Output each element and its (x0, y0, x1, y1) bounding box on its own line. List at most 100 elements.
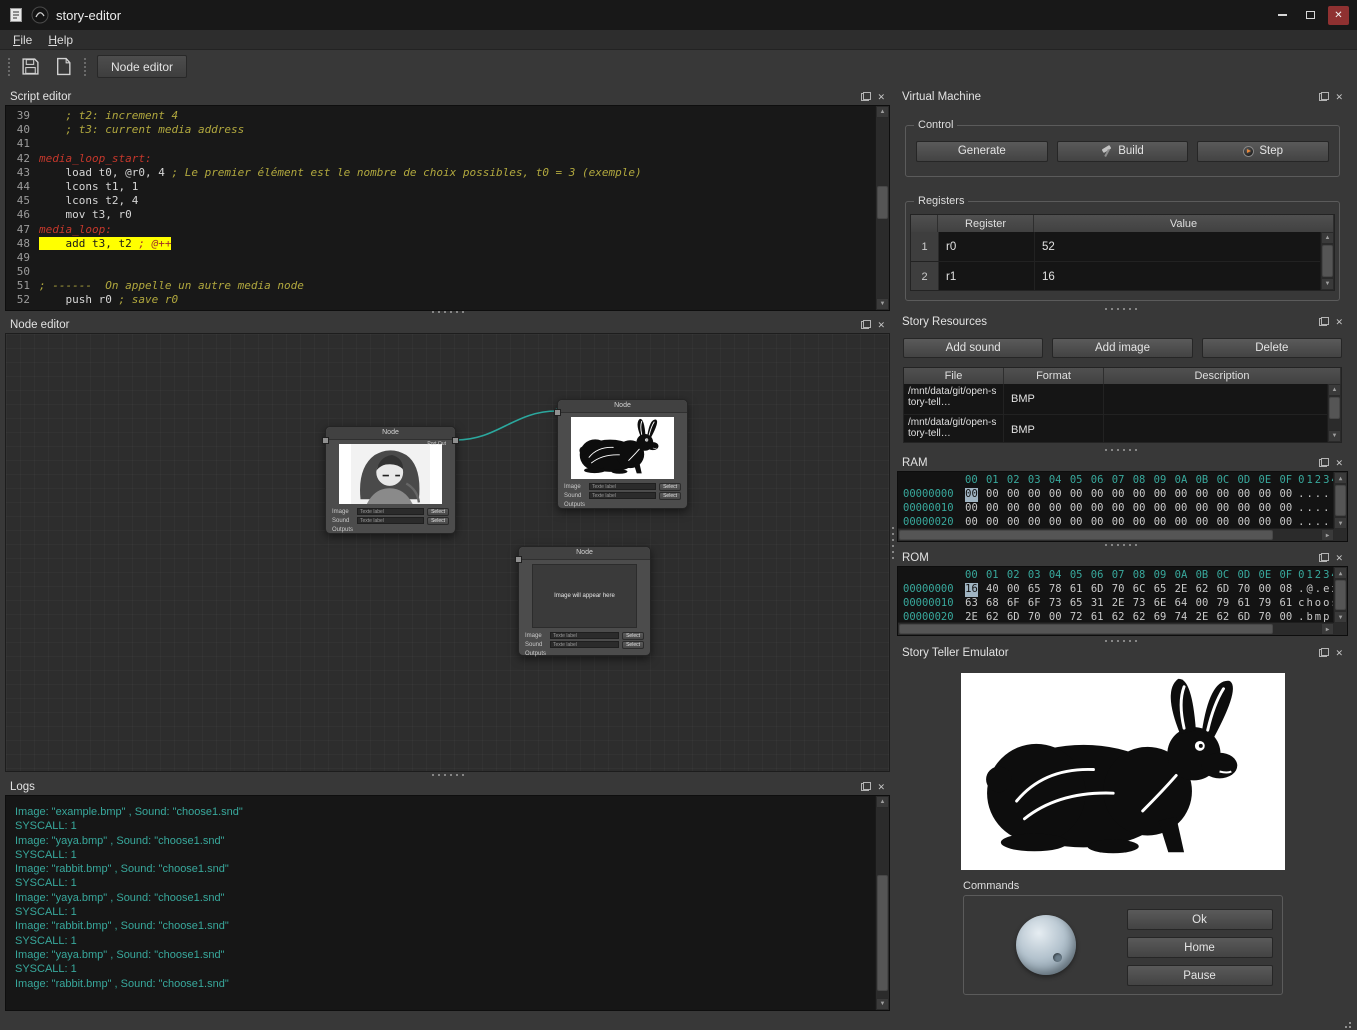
close-icon[interactable]: ✕ (1335, 317, 1343, 327)
register-row[interactable]: 2 r1 16 (911, 262, 1334, 291)
add-image-button[interactable]: Add image (1052, 338, 1192, 358)
scroll-thumb[interactable] (899, 624, 1273, 634)
ram-hex-view[interactable]: 00 01 02 03 04 05 06 07 08 09 0A 0B 0C 0… (897, 471, 1348, 542)
home-button[interactable]: Home (1127, 937, 1273, 958)
emulator-panel-titlebar[interactable]: Story Teller Emulator ✕ (897, 644, 1348, 661)
register-column-header[interactable]: Register (938, 215, 1034, 232)
undock-icon[interactable] (1319, 458, 1329, 467)
ram-horizontal-scrollbar[interactable]: ▶ (898, 528, 1347, 541)
scroll-thumb[interactable] (877, 875, 888, 991)
ram-vertical-scrollbar[interactable]: ▲ ▼ (1333, 472, 1347, 529)
node-editor-panel-titlebar[interactable]: Node editor ✕ (5, 316, 890, 333)
logs-scrollbar[interactable]: ▲ ▼ (875, 796, 889, 1010)
logs-panel-titlebar[interactable]: Logs ✕ (5, 778, 890, 795)
undock-icon[interactable] (1319, 553, 1329, 562)
hex-row[interactable]: 00000000 16 40 00 65 78 61 6D 70 6C 65 2… (903, 583, 1334, 597)
scroll-track[interactable] (876, 118, 889, 298)
sound-select-button[interactable]: Select (427, 517, 449, 525)
hex-byte-selected[interactable]: 00 (965, 516, 978, 528)
resource-row[interactable]: /mnt/data/git/open-story-tell… BMP (904, 415, 1341, 443)
splitter-script-node[interactable] (430, 310, 468, 314)
sound-select-button[interactable]: Select (622, 641, 644, 649)
scroll-right-icon[interactable]: ▶ (1321, 529, 1334, 541)
resource-row[interactable]: /mnt/data/git/open-story-tell… BMP (904, 384, 1341, 415)
hex-byte-selected[interactable]: 00 (965, 488, 978, 502)
resources-table[interactable]: File Format Description /mnt/data/git/op… (903, 367, 1342, 443)
scroll-thumb[interactable] (1335, 485, 1346, 516)
resources-scrollbar[interactable]: ▲ ▼ (1327, 384, 1341, 442)
image-field[interactable]: Texte label (589, 483, 656, 490)
close-icon[interactable]: ✕ (1335, 648, 1343, 658)
minimize-button[interactable] (1272, 6, 1293, 25)
output-port[interactable] (452, 437, 459, 444)
undock-icon[interactable] (1319, 648, 1329, 657)
registers-scrollbar[interactable]: ▲ ▼ (1320, 232, 1334, 290)
generate-button[interactable]: Generate (916, 141, 1048, 162)
input-port[interactable] (322, 437, 329, 444)
rom-hex-view[interactable]: 00 01 02 03 04 05 06 07 08 09 0A 0B 0C 0… (897, 566, 1348, 636)
undock-icon[interactable] (861, 92, 871, 101)
media-node-3[interactable]: Node Image will appear here ImageTexte l… (518, 546, 651, 656)
file-column-header[interactable]: File (904, 368, 1004, 384)
scroll-thumb[interactable] (877, 186, 888, 219)
sound-field[interactable]: Texte label (550, 641, 619, 648)
toolbar-drag-handle-2[interactable] (83, 57, 87, 77)
scroll-up-icon[interactable]: ▲ (1321, 232, 1334, 244)
script-editor-panel-titlebar[interactable]: Script editor ✕ (5, 88, 890, 105)
sound-field[interactable]: Texte label (357, 517, 424, 524)
sound-field[interactable]: Texte label (589, 492, 656, 499)
splitter-ram-rom[interactable] (1103, 543, 1141, 547)
scroll-up-icon[interactable]: ▲ (1334, 567, 1347, 579)
node-canvas[interactable]: Node Port Out ImageTexte labelSelect Sou… (5, 333, 890, 772)
hex-row[interactable]: 00000000 00 00 00 00 00 00 00 00 00 00 0… (903, 488, 1334, 502)
hex-bytes[interactable]: 00 00 00 00 00 00 00 00 00 00 00 00 00 0… (986, 488, 1292, 502)
delete-button[interactable]: Delete (1202, 338, 1342, 358)
hex-row[interactable]: 00000020 00 00 00 00 00 00 00 00 00 00 0… (903, 516, 1334, 528)
input-port[interactable] (554, 409, 561, 416)
rom-horizontal-scrollbar[interactable]: ▶ (898, 622, 1347, 635)
description-column-header[interactable]: Description (1104, 368, 1341, 384)
scroll-down-icon[interactable]: ▼ (876, 998, 889, 1010)
splitter-vertical[interactable] (891, 525, 895, 563)
rom-panel-titlebar[interactable]: ROM ✕ (897, 549, 1348, 566)
scroll-down-icon[interactable]: ▼ (1334, 611, 1347, 623)
value-column-header[interactable]: Value (1034, 215, 1334, 232)
hex-bytes[interactable]: 68 6F 6F 73 65 31 2E 73 6E 64 00 79 61 7… (986, 597, 1292, 611)
save-button[interactable] (17, 54, 44, 79)
script-scrollbar[interactable]: ▲ ▼ (875, 106, 889, 310)
scroll-track[interactable] (1321, 244, 1334, 278)
undock-icon[interactable] (861, 320, 871, 329)
build-button[interactable]: Build (1057, 141, 1189, 162)
media-node-1[interactable]: Node Port Out ImageTexte labelSelect Sou… (325, 426, 456, 534)
undock-icon[interactable] (1319, 317, 1329, 326)
resources-panel-titlebar[interactable]: Story Resources ✕ (897, 313, 1348, 330)
undock-icon[interactable] (1319, 92, 1329, 101)
scroll-up-icon[interactable]: ▲ (1328, 384, 1341, 396)
hex-bytes[interactable]: 00 00 00 00 00 00 00 00 00 00 00 00 00 0… (986, 502, 1292, 516)
scroll-down-icon[interactable]: ▼ (1334, 517, 1347, 529)
scroll-down-icon[interactable]: ▼ (876, 298, 889, 310)
scroll-track[interactable] (876, 808, 889, 998)
close-icon[interactable]: ✕ (1335, 553, 1343, 563)
hex-bytes[interactable]: 00 00 00 00 00 00 00 00 00 00 00 00 00 0… (986, 516, 1292, 528)
scroll-track[interactable] (1328, 396, 1341, 430)
scroll-track[interactable] (1334, 579, 1347, 611)
toolbar-drag-handle[interactable] (7, 57, 11, 77)
maximize-button[interactable] (1300, 6, 1321, 25)
scroll-up-icon[interactable]: ▲ (876, 796, 889, 808)
close-icon[interactable]: ✕ (1335, 92, 1343, 102)
image-field[interactable]: Texte label (357, 508, 424, 515)
step-button[interactable]: Step (1197, 141, 1329, 162)
registers-table[interactable]: Register Value 1 r0 52 2 r1 (910, 214, 1335, 291)
image-select-button[interactable]: Select (622, 632, 644, 640)
new-file-button[interactable] (50, 54, 77, 79)
hex-byte-selected[interactable]: 63 (965, 597, 978, 611)
rom-vertical-scrollbar[interactable]: ▲ ▼ (1333, 567, 1347, 623)
scroll-track[interactable] (898, 623, 1321, 635)
close-icon[interactable]: ✕ (877, 92, 885, 102)
close-icon[interactable]: ✕ (1335, 458, 1343, 468)
log-output[interactable]: Image: "example.bmp" , Sound: "choose1.s… (6, 796, 875, 1010)
menu-help[interactable]: Help (40, 31, 81, 49)
input-port[interactable] (515, 556, 522, 563)
hex-bytes[interactable]: 62 6D 70 00 72 61 62 62 69 74 2E 62 6D 7… (986, 611, 1292, 622)
